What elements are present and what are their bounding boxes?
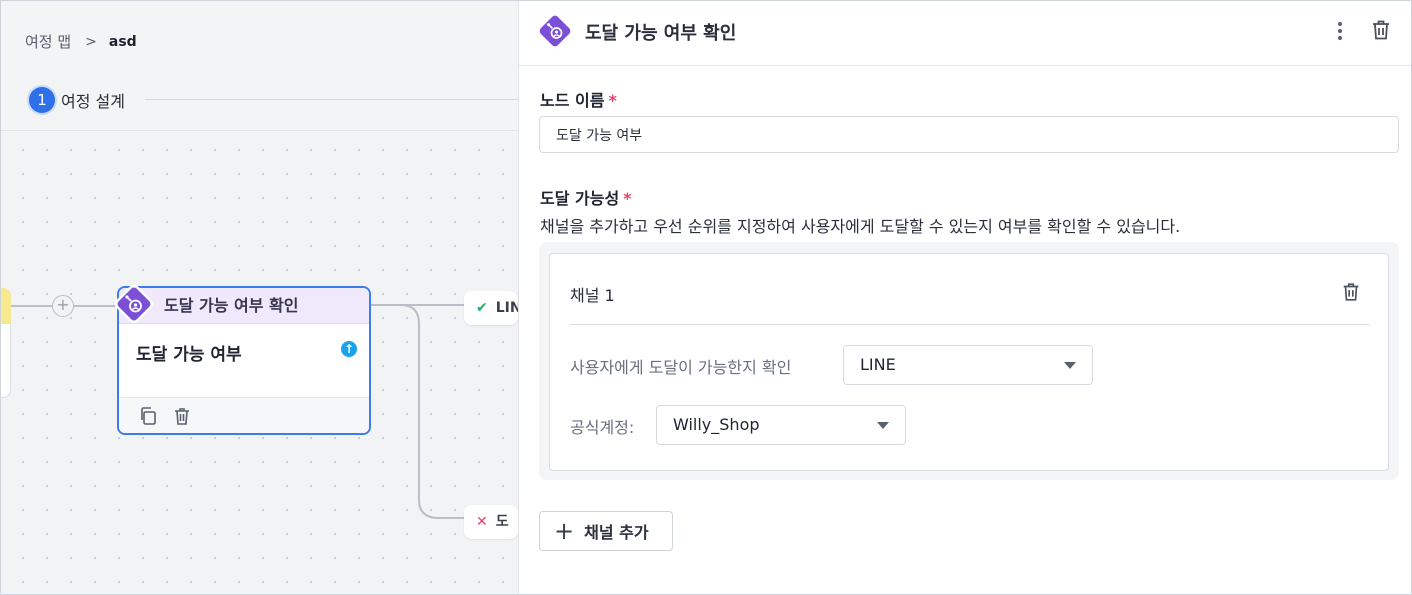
card-divider [570,324,1370,325]
step-number-badge: 1 [29,87,55,113]
channel-list: 채널 1 사용자에게 도달이 가능한지 확인 LINE 공식계정: Willy_… [539,242,1399,480]
trash-icon[interactable] [172,406,192,426]
chevron-down-icon [877,422,889,429]
branch-fail-pill[interactable]: ✕도달 불가 [464,505,518,539]
more-options-icon[interactable] [1333,19,1347,43]
reachability-label-text: 도달 가능성 [540,189,620,208]
trash-icon[interactable] [1340,281,1362,303]
channel-title: 채널 1 [570,286,615,305]
connector-line [11,305,52,307]
reachability-description: 채널을 추가하고 우선 순위를 지정하여 사용자에게 도달할 수 있는지 여부를… [540,217,1181,236]
channel-select[interactable]: LINE [843,345,1093,385]
node-title: 도달 가능 여부 [136,345,242,365]
breadcrumb-separator-icon: > [85,33,97,50]
connector-line [74,305,117,307]
branch-connector [371,304,467,519]
chevron-down-icon [1064,362,1076,369]
node-name-label: 노드 이름 * [540,87,617,111]
step-label: 여정 설계 [61,92,125,111]
official-account-value: Willy_Shop [673,415,760,434]
official-account-label: 공식계정: [570,418,635,437]
add-channel-label: 채널 추가 [584,523,649,542]
add-node-plus-icon[interactable]: + [52,295,74,317]
panel-title: 도달 가능 여부 확인 [585,23,737,44]
breadcrumb: 여정 맵 > asd [25,31,137,52]
breadcrumb-root-link[interactable]: 여정 맵 [25,31,71,52]
close-icon: ✕ [476,514,488,530]
trash-icon[interactable] [1369,18,1393,42]
reachability-label: 도달 가능성 * [540,185,632,209]
node-name-input[interactable] [539,116,1399,153]
reachability-icon [539,15,571,47]
arrow-up-circle-icon: ↑ [341,341,357,357]
copy-icon[interactable] [138,406,158,426]
official-account-select[interactable]: Willy_Shop [656,405,906,445]
node-name-label-text: 노드 이름 [540,91,605,110]
breadcrumb-current: asd [108,33,137,50]
panel-header: 도달 가능 여부 확인 [519,1,1411,66]
channel-card: 채널 1 사용자에게 도달이 가능한지 확인 LINE 공식계정: Willy_… [549,253,1389,471]
previous-node-tab [1,288,11,324]
branch-success-pill[interactable]: ✔ LINE [464,291,518,325]
step-divider [145,99,518,100]
branch-label: LINE [495,300,518,316]
check-icon: ✔ [476,300,488,316]
node-header: 도달 가능 여부 확인 [119,288,369,324]
app-frame: 여정 맵 > asd 1 여정 설계 + 도달 가능 여부 확인 도달 가능 여… [0,0,1412,595]
channel-select-value: LINE [860,355,896,374]
step-indicator[interactable]: 1 여정 설계 [29,87,125,113]
journey-header: 여정 맵 > asd 1 여정 설계 [1,1,518,131]
reachability-icon [115,285,153,323]
reach-check-label: 사용자에게 도달이 가능한지 확인 [570,358,792,377]
required-mark: * [623,189,632,208]
plus-icon: + [554,517,575,545]
add-channel-button[interactable]: + 채널 추가 [539,511,673,551]
required-mark: * [608,91,617,110]
node-footer [119,397,369,433]
node-settings-panel: 도달 가능 여부 확인 노드 이름* 도달 가능성* 채널을 추가하고 우선 순… [518,1,1411,594]
